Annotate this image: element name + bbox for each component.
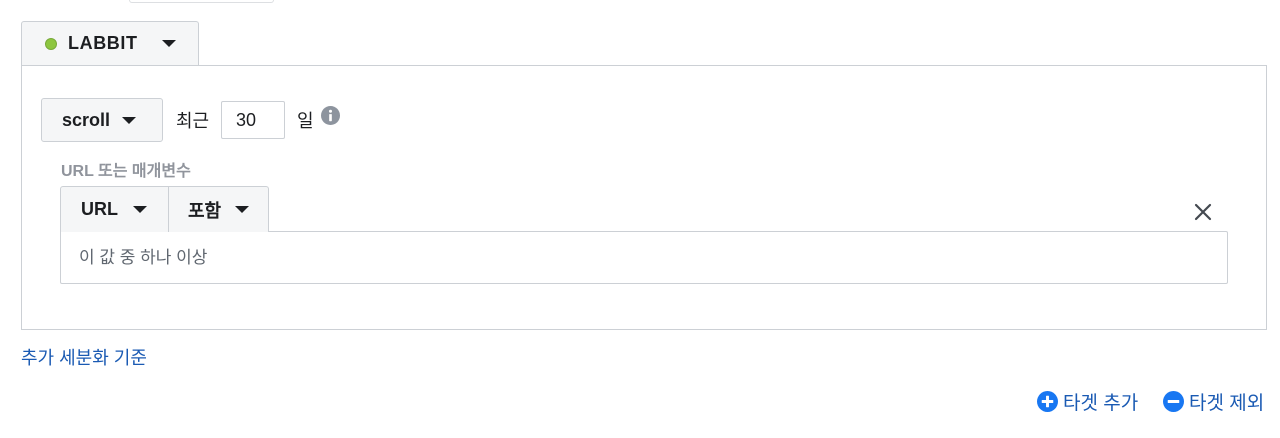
pixel-name: LABBIT [68, 33, 138, 53]
add-target-label: 타겟 추가 [1063, 393, 1139, 414]
section-label: URL 또는 매개변수 [61, 163, 191, 180]
caret-down-icon [235, 206, 250, 213]
days-input[interactable] [221, 101, 285, 139]
field-label: URL [81, 199, 118, 219]
event-dropdown[interactable]: scroll [41, 98, 163, 142]
close-icon[interactable] [1192, 201, 1214, 223]
remove-target-label: 타겟 제외 [1189, 393, 1265, 414]
operator-label: 포함 [188, 200, 222, 221]
caret-down-icon [122, 116, 137, 124]
days-unit-label: 일 [297, 111, 314, 131]
values-input[interactable] [60, 231, 1228, 284]
recent-label: 최근 [176, 111, 210, 131]
minus-circle-icon [1163, 391, 1184, 412]
event-label: scroll [62, 109, 111, 130]
caret-down-icon [161, 40, 176, 47]
caret-down-icon [133, 206, 147, 213]
info-icon[interactable] [321, 106, 340, 125]
remove-target-button[interactable]: 타겟 제외 [1163, 388, 1264, 415]
status-dot [45, 37, 57, 50]
add-target-button[interactable]: 타겟 추가 [1037, 388, 1138, 415]
pixel-selector-dropdown[interactable]: LABBIT [21, 21, 199, 65]
field-dropdown[interactable]: URL [60, 186, 169, 232]
previous-panel-edge [129, 0, 274, 3]
plus-circle-icon [1037, 391, 1058, 412]
add-refinement-link[interactable]: 추가 세분화 기준 [21, 344, 147, 370]
operator-dropdown[interactable]: 포함 [168, 186, 269, 232]
